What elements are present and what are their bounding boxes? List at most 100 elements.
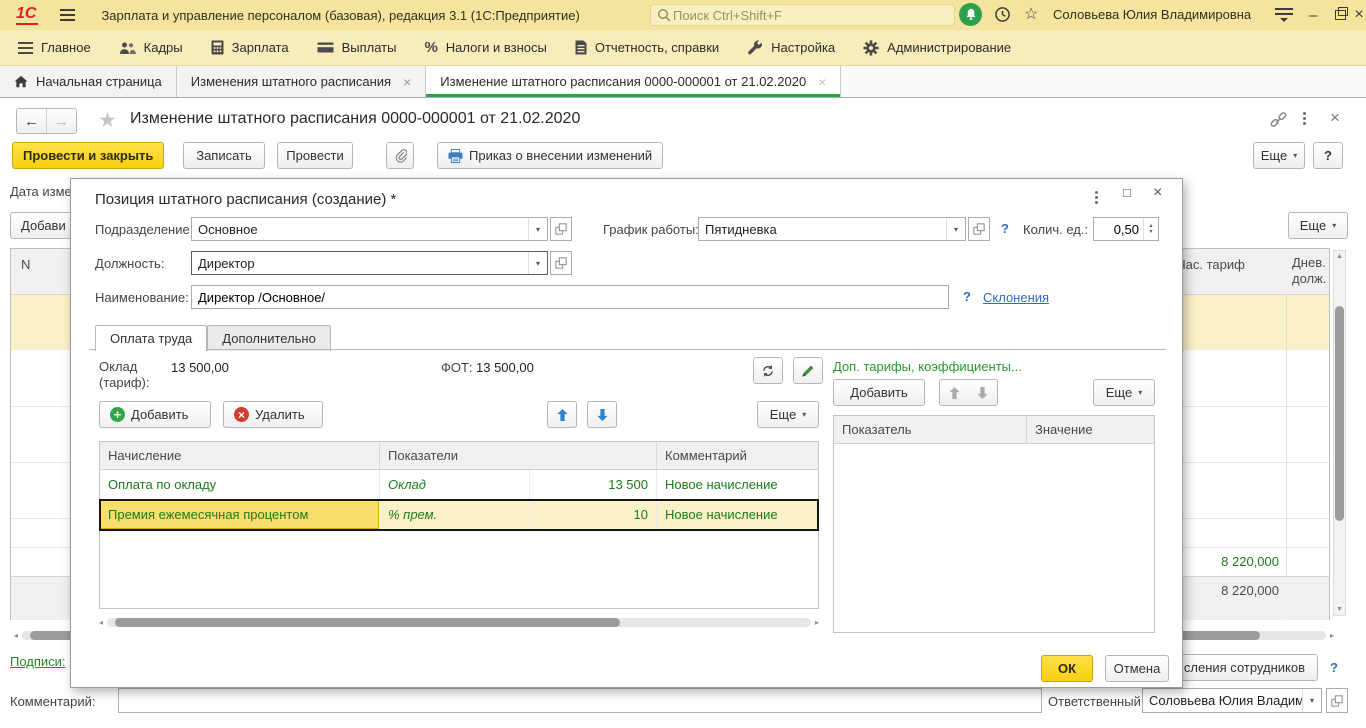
forward-button[interactable]: → bbox=[47, 109, 76, 133]
scroll-up-icon[interactable]: ▲ bbox=[1336, 253, 1343, 260]
menu-item-taxes[interactable]: % Налоги и взносы bbox=[424, 39, 546, 56]
declension-link[interactable]: Склонения bbox=[983, 290, 1049, 305]
refresh-button[interactable] bbox=[753, 357, 783, 384]
position-open-button[interactable] bbox=[550, 251, 572, 275]
column-day-1: Днев. bbox=[1292, 255, 1326, 270]
salary-value: 13 500,00 bbox=[171, 360, 229, 375]
quantity-stepper[interactable]: ▴▾ bbox=[1093, 217, 1159, 241]
scroll-left-icon[interactable]: ◂ bbox=[14, 631, 18, 640]
tab-changes-list[interactable]: Изменения штатного расписания × bbox=[177, 66, 426, 97]
schedule-combo[interactable]: Пятидневка ▾ bbox=[698, 217, 966, 241]
notifications-button[interactable] bbox=[959, 3, 982, 26]
chevron-down-icon[interactable]: ▾ bbox=[528, 252, 547, 274]
menu-item-main[interactable]: Главное bbox=[18, 40, 91, 55]
dialog-maximize-icon[interactable]: □ bbox=[1123, 185, 1131, 200]
background-more-button[interactable]: Еще▾ bbox=[1288, 212, 1348, 239]
more-kebab-icon[interactable] bbox=[1303, 110, 1306, 127]
scroll-down-icon[interactable]: ▼ bbox=[1336, 606, 1343, 613]
extra-move-down-button[interactable] bbox=[968, 379, 998, 406]
menu-item-administration[interactable]: Администрирование bbox=[863, 40, 1011, 56]
table-row[interactable]: Оплата по окладу Оклад 13 500 Новое начи… bbox=[100, 470, 818, 500]
service-menu-icon[interactable] bbox=[1275, 8, 1293, 22]
favorites-icon[interactable]: ☆ bbox=[1024, 4, 1038, 24]
link-icon[interactable] bbox=[1270, 112, 1287, 129]
chevron-down-icon[interactable]: ▾ bbox=[528, 218, 547, 240]
accrual-delete-button[interactable]: × Удалить bbox=[223, 401, 323, 428]
header-indicators: Показатели bbox=[380, 442, 657, 469]
history-icon[interactable] bbox=[994, 6, 1011, 23]
accruals-more-button[interactable]: Еще▾ bbox=[757, 401, 819, 428]
close-tab-icon[interactable]: × bbox=[818, 74, 826, 90]
comment-input[interactable] bbox=[118, 688, 1042, 713]
close-document-icon[interactable]: × bbox=[1330, 108, 1340, 128]
tab-payroll[interactable]: Оплата труда bbox=[95, 325, 207, 351]
scroll-right-icon[interactable]: ▸ bbox=[1330, 631, 1334, 640]
print-order-button[interactable]: Приказ о внесении изменений bbox=[437, 142, 663, 169]
menu-item-payments[interactable]: Выплаты bbox=[317, 40, 397, 55]
document-help-button[interactable]: ? bbox=[1313, 142, 1343, 169]
dialog-kebab-icon[interactable] bbox=[1095, 189, 1098, 206]
extra-more-button[interactable]: Еще▾ bbox=[1093, 379, 1155, 406]
scroll-left-icon[interactable]: ◂ bbox=[99, 618, 103, 627]
accruals-table[interactable]: Начисление Показатели Комментарий Оплата… bbox=[99, 441, 819, 609]
quantity-input[interactable] bbox=[1094, 218, 1143, 240]
close-tab-icon[interactable]: × bbox=[403, 74, 411, 90]
minimize-button[interactable]: – bbox=[1300, 0, 1326, 30]
post-button[interactable]: Провести bbox=[277, 142, 353, 169]
grid-vertical-scrollbar[interactable]: ▲ ▼ bbox=[1333, 250, 1346, 616]
search-input[interactable] bbox=[671, 7, 948, 24]
spinner-arrows[interactable]: ▴▾ bbox=[1143, 218, 1158, 240]
department-label: Подразделение: bbox=[95, 222, 193, 237]
document-more-button[interactable]: Еще▾ bbox=[1253, 142, 1305, 169]
schedule-help-button[interactable]: ? bbox=[1001, 221, 1009, 236]
header-indicator: Показатель bbox=[834, 416, 1027, 443]
edit-button[interactable] bbox=[793, 357, 823, 384]
scrollbar-thumb[interactable] bbox=[115, 618, 620, 627]
extra-tariffs-title[interactable]: Доп. тарифы, коэффициенты... bbox=[833, 359, 1022, 374]
move-down-button[interactable] bbox=[587, 401, 617, 428]
open-form-icon bbox=[555, 257, 567, 269]
cancel-button[interactable]: Отмена bbox=[1105, 655, 1169, 682]
menu-item-reports[interactable]: Отчетность, справки bbox=[575, 40, 719, 55]
position-combo[interactable]: Директор ▾ bbox=[191, 251, 548, 275]
tab-additional[interactable]: Дополнительно bbox=[207, 325, 331, 351]
close-window-button[interactable]: × bbox=[1346, 0, 1366, 30]
back-button[interactable]: ← bbox=[17, 109, 47, 133]
attachments-button[interactable] bbox=[386, 142, 414, 169]
table-row-selected[interactable]: Премия ежемесячная процентом % прем. 10 … bbox=[100, 500, 818, 530]
name-help-button[interactable]: ? bbox=[963, 289, 971, 304]
dialog-close-icon[interactable]: × bbox=[1153, 184, 1162, 202]
add-favorite-star-icon[interactable]: ★ bbox=[98, 108, 117, 133]
scroll-right-icon[interactable]: ▸ bbox=[815, 618, 819, 627]
tab-home[interactable]: Начальная страница bbox=[0, 66, 177, 97]
move-up-button[interactable] bbox=[547, 401, 577, 428]
tab-change-document[interactable]: Изменение штатного расписания 0000-00000… bbox=[426, 66, 841, 97]
extra-add-button[interactable]: Добавить bbox=[833, 379, 925, 406]
accruals-table-scrollbar[interactable]: ◂ ▸ bbox=[99, 616, 819, 629]
top-panel: 1С Зарплата и управление персоналом (баз… bbox=[0, 0, 1366, 30]
post-and-close-button[interactable]: Провести и закрыть bbox=[12, 142, 164, 169]
schedule-open-button[interactable] bbox=[968, 217, 990, 241]
menu-item-salary[interactable]: Зарплата bbox=[211, 40, 289, 55]
responsible-combo[interactable]: Соловьева Юлия Владим ▾ bbox=[1142, 688, 1322, 713]
department-combo[interactable]: Основное ▾ bbox=[191, 217, 548, 241]
name-input[interactable] bbox=[191, 285, 949, 309]
hamburger-menu-icon[interactable] bbox=[60, 9, 75, 21]
save-button[interactable]: Записать bbox=[183, 142, 265, 169]
extra-tariffs-table[interactable]: Показатель Значение bbox=[833, 415, 1155, 633]
user-name[interactable]: Соловьева Юлия Владимировна bbox=[1053, 7, 1251, 22]
global-search[interactable] bbox=[650, 4, 955, 26]
department-open-button[interactable] bbox=[550, 217, 572, 241]
extra-move-up-button[interactable] bbox=[939, 379, 969, 406]
chevron-down-icon[interactable]: ▾ bbox=[1302, 689, 1321, 712]
chevron-down-icon[interactable]: ▾ bbox=[946, 218, 965, 240]
position-dialog: Позиция штатного расписания (создание) *… bbox=[70, 178, 1183, 688]
menu-item-staff[interactable]: Кадры bbox=[119, 40, 183, 55]
accruals-help-button[interactable]: ? bbox=[1330, 660, 1338, 675]
signatures-link[interactable]: Подписи: bbox=[10, 654, 66, 669]
scrollbar-thumb[interactable] bbox=[1335, 306, 1344, 521]
accrual-add-button[interactable]: + Добавить bbox=[99, 401, 211, 428]
ok-button[interactable]: ОК bbox=[1041, 655, 1093, 682]
responsible-open-button[interactable] bbox=[1326, 688, 1348, 713]
menu-item-settings[interactable]: Настройка bbox=[747, 40, 835, 56]
